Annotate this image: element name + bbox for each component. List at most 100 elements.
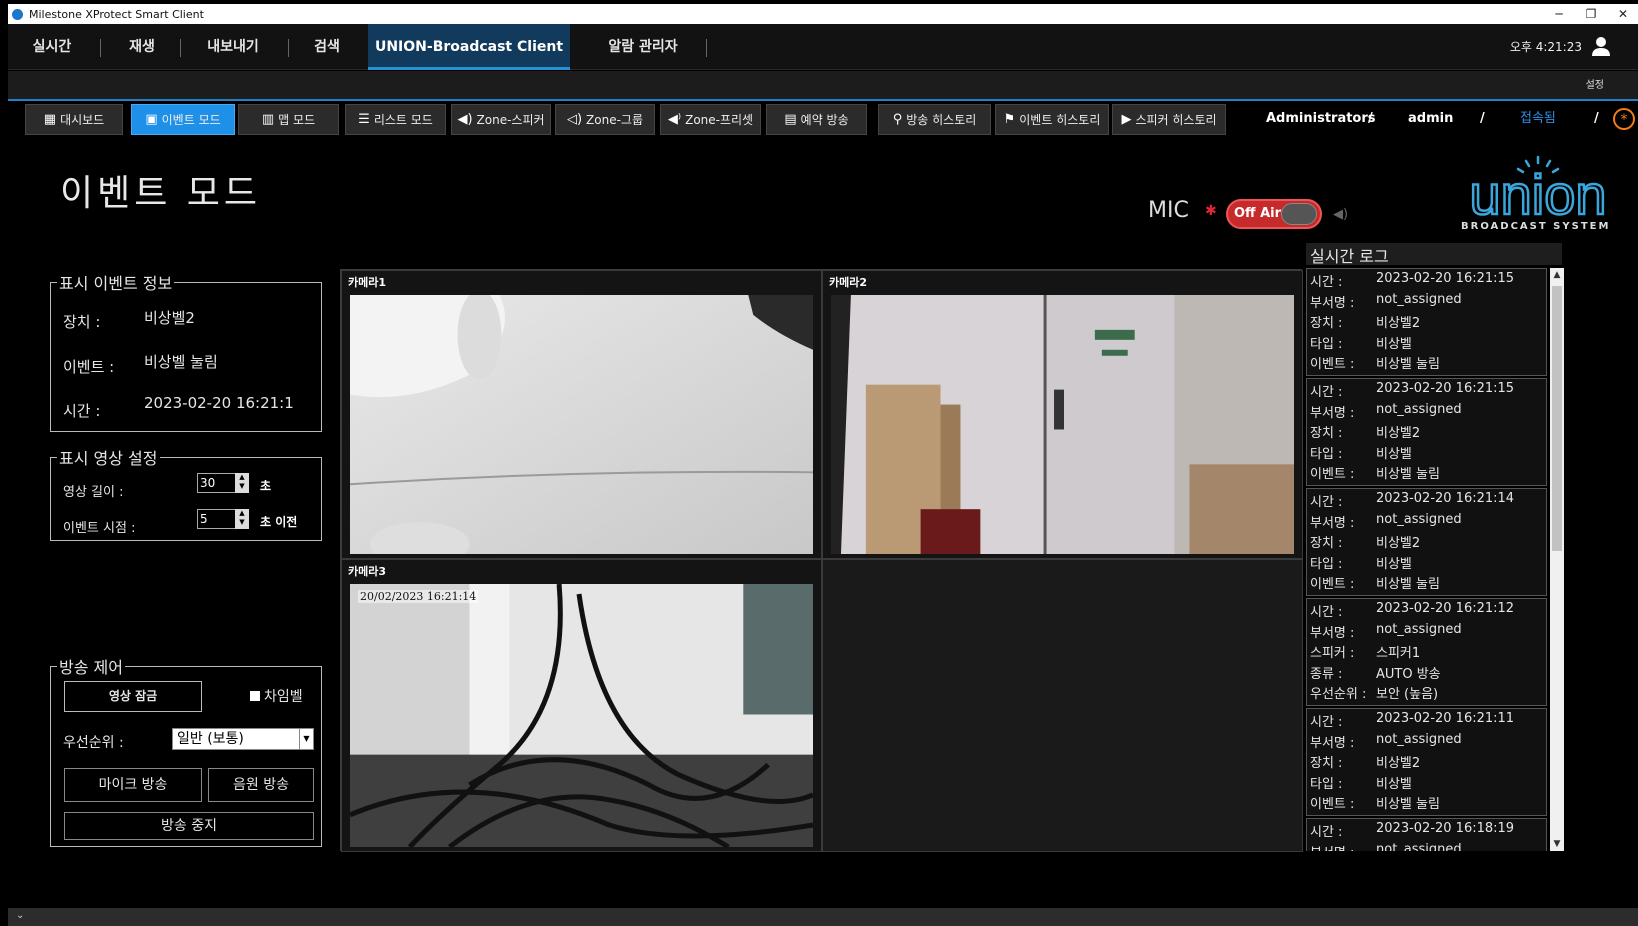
camera-view-3[interactable]: 카메라3 20/02/2023 16:21:14 (341, 559, 822, 852)
event-mode-button[interactable]: ▣ 이벤트 모드 (131, 104, 235, 135)
settings-link[interactable]: 설정 (1586, 71, 1604, 101)
audio-broadcast-button[interactable]: 음원 방송 (208, 768, 314, 802)
mic-broadcast-button[interactable]: 마이크 방송 (64, 768, 202, 802)
log-line: 이벤트 : 비상벨 눌림 (1310, 793, 1546, 814)
priority-value: 일반 (보통) (177, 731, 244, 747)
tab-playback[interactable]: 재생 (108, 24, 176, 70)
log-scrollbar[interactable]: ▲ ▼ (1550, 268, 1564, 851)
log-field-value: 비상벨2 (1376, 536, 1421, 551)
log-field-value: not_assigned (1376, 731, 1462, 747)
video-length-unit: 초 (260, 479, 272, 493)
map-mode-button[interactable]: ▥ 맵 모드 (238, 104, 339, 135)
tab-alarm-manager[interactable]: 알람 관리자 (580, 24, 706, 70)
stepper-arrows-icon[interactable]: ▲ ▼ (235, 473, 249, 493)
log-field-value: 비상벨2 (1376, 426, 1421, 441)
video-length-stepper[interactable]: 30 ▲ ▼ (197, 473, 249, 493)
tab-live[interactable]: 실시간 (18, 24, 86, 70)
event-offset-unit: 초 이전 (260, 515, 298, 529)
tab-search[interactable]: 검색 (296, 24, 358, 70)
log-field-value: not_assigned (1376, 621, 1462, 637)
user-name: admin (1408, 111, 1454, 126)
log-entry[interactable]: 시간 : 2023-02-20 16:21:14 부서명 : not_assigned… (1306, 488, 1547, 596)
speaker-preset-icon: ◀⁾ (667, 112, 682, 127)
minimize-button[interactable]: ─ (1544, 4, 1574, 24)
log-line: 타입 : 비상벨 (1310, 443, 1546, 464)
log-field-label: 장치 : (1310, 536, 1343, 551)
zone-speaker-button[interactable]: ◀) Zone-스피커 (451, 104, 551, 135)
chime-checkbox[interactable]: 차임벨 (250, 686, 303, 706)
camera-view-2[interactable]: 카메라2 (822, 270, 1303, 559)
mic-label: MIC (1148, 198, 1189, 223)
log-field-value: not_assigned (1376, 291, 1462, 307)
priority-label: 우선순위 : (63, 735, 124, 751)
log-entry[interactable]: 시간 : 2023-02-20 16:21:12 부서명 : not_assigned… (1306, 598, 1547, 706)
scroll-down-icon[interactable]: ▼ (1550, 837, 1564, 851)
scroll-up-icon[interactable]: ▲ (1550, 268, 1564, 282)
log-field-label: 이벤트 : (1310, 357, 1355, 372)
camera-view-empty[interactable] (822, 559, 1303, 852)
log-list[interactable]: 시간 :2023-02-20 16:21:15 부서명 : not_assigned… (1306, 268, 1547, 851)
log-field-label: 종류 : (1310, 666, 1343, 682)
union-logo-mark: union (1468, 155, 1608, 227)
collapse-chevron-icon[interactable]: ⌄ (16, 910, 24, 921)
priority-select[interactable]: 일반 (보통) ▼ (172, 728, 314, 750)
video-length-label: 영상 길이 : (63, 485, 124, 500)
tab-divider (100, 39, 101, 57)
event-history-button[interactable]: ⚑ 이벤트 히스토리 (995, 104, 1109, 135)
log-field-label: 시간 : (1310, 275, 1343, 290)
zone-group-button[interactable]: ◁) Zone-그룹 (555, 104, 655, 135)
off-air-toggle[interactable]: Off Air (1226, 199, 1322, 229)
log-entry[interactable]: 시간 : 2023-02-20 16:21:15 부서명 : not_assigned… (1306, 378, 1547, 486)
speaker-history-button[interactable]: ▶ 스피커 히스토리 (1112, 104, 1226, 135)
stepper-arrows-icon[interactable]: ▲ ▼ (235, 509, 249, 529)
zone-preset-button[interactable]: ◀⁾ Zone-프리셋 (660, 104, 761, 135)
camera-label: 카메라3 (348, 565, 387, 578)
log-field-value: 비상벨 눌림 (1376, 467, 1440, 482)
event-offset-stepper[interactable]: 5 ▲ ▼ (197, 509, 249, 529)
log-field-value: 비상벨 (1376, 556, 1412, 572)
tab-export[interactable]: 내보내기 (188, 24, 278, 70)
stop-broadcast-button[interactable]: 방송 중지 (64, 812, 314, 840)
log-line: 장치 : 비상벨2 (1310, 312, 1546, 333)
log-field-label: 스피커 : (1310, 646, 1355, 661)
log-field-label: 부서명 : (1310, 405, 1355, 421)
broadcast-history-button[interactable]: ⚲ 방송 히스토리 (878, 104, 991, 135)
event-value: 비상벨 눌림 (144, 353, 218, 371)
log-field-value: 스피커1 (1376, 646, 1421, 661)
restore-button[interactable]: ❐ (1576, 4, 1606, 24)
dashboard-button[interactable]: ▦ 대시보드 (25, 104, 123, 135)
camera-timestamp: 20/02/2023 16:21:14 (358, 590, 479, 603)
log-entry[interactable]: 시간 : 2023-02-20 16:21:15 부서명 : not_assigned… (1306, 268, 1547, 376)
chevron-down-icon: ▼ (299, 729, 313, 749)
log-field-value: 비상벨 눌림 (1376, 797, 1440, 812)
close-button[interactable]: ✕ (1608, 4, 1638, 24)
video-lock-button[interactable]: 영상 잠금 (64, 681, 202, 712)
log-entry[interactable]: 시간 :2023-02-20 16:18:19부서명 :not_assigned… (1306, 818, 1547, 851)
log-line: 시간 : 2023-02-20 16:21:14 (1310, 491, 1546, 512)
tab-divider (706, 39, 707, 57)
speaker-group-icon: ◁) (566, 112, 583, 127)
scroll-thumb[interactable] (1552, 286, 1562, 551)
log-line: 부서명 : not_assigned (1310, 512, 1546, 533)
camera-view-1[interactable]: 카메라1 (341, 270, 822, 559)
calendar-icon: ▤ (784, 112, 797, 127)
log-line: 시간 : 2023-02-20 16:21:11 (1310, 711, 1546, 732)
log-field-label: 부서명 : (1310, 625, 1355, 641)
map-icon: ▥ (261, 112, 275, 127)
log-line: 장치 : 비상벨2 (1310, 532, 1546, 553)
log-field-label: 타입 : (1310, 336, 1343, 352)
alert-icon[interactable]: * (1613, 108, 1635, 130)
log-field-value: not_assigned (1376, 841, 1462, 852)
log-entry[interactable]: 시간 : 2023-02-20 16:21:11 부서명 : not_assigned… (1306, 708, 1547, 816)
broadcast-history-icon: ⚲ (892, 112, 903, 127)
tab-union-broadcast-client[interactable]: UNION-Broadcast Client (368, 24, 570, 70)
log-field-value: 보안 (높음) (1376, 687, 1439, 702)
camera-feed-image (350, 295, 813, 554)
scheduled-broadcast-button[interactable]: ▤ 예약 방송 (766, 104, 867, 135)
user-icon[interactable] (1590, 35, 1612, 57)
window-titlebar: Milestone XProtect Smart Client ─ ❐ ✕ (8, 4, 1638, 24)
log-field-label: 부서명 : (1310, 295, 1355, 311)
log-line: 시간 : 2023-02-20 16:21:15 (1310, 271, 1546, 292)
list-mode-button[interactable]: ☰ 리스트 모드 (345, 104, 446, 135)
tab-divider (288, 39, 289, 57)
